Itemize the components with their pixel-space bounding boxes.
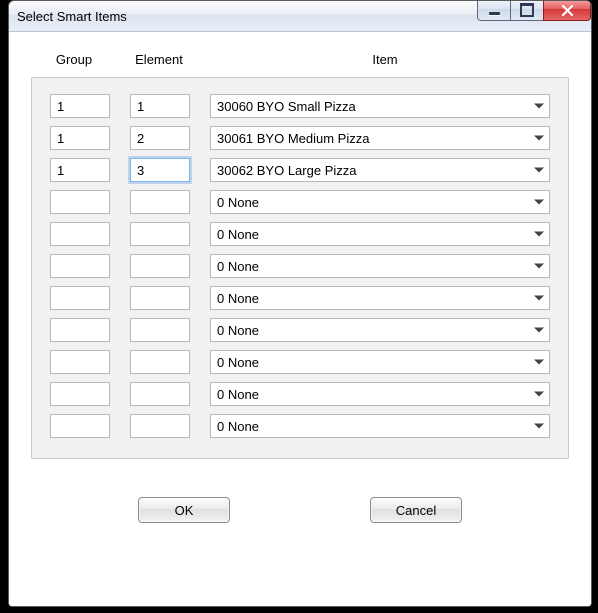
item-combobox[interactable]: 0 None [210,286,550,310]
item-combobox[interactable]: 0 None [210,318,550,342]
element-input[interactable] [130,126,190,150]
item-combobox[interactable]: 0 None [210,382,550,406]
table-row: 0 None [50,318,550,342]
window-title: Select Smart Items [17,9,127,24]
chevron-down-icon [534,360,544,365]
chevron-down-icon [534,264,544,269]
table-row: 0 None [50,414,550,438]
chevron-down-icon [534,232,544,237]
element-input[interactable] [130,286,190,310]
table-row: 30061 BYO Medium Pizza [50,126,550,150]
group-input[interactable] [50,414,110,438]
minimize-button[interactable] [477,0,511,21]
item-combobox-value: 30060 BYO Small Pizza [217,99,356,114]
group-input[interactable] [50,222,110,246]
group-input[interactable] [50,286,110,310]
ok-button[interactable]: OK [138,497,230,523]
item-combobox[interactable]: 0 None [210,254,550,278]
header-group: Group [33,52,115,67]
group-input[interactable] [50,126,110,150]
element-input[interactable] [130,382,190,406]
element-input[interactable] [130,222,190,246]
chevron-down-icon [534,200,544,205]
item-combobox-value: 30061 BYO Medium Pizza [217,131,369,146]
item-combobox-value: 0 None [217,259,259,274]
dialog-window: Select Smart Items Group Element Item [8,0,592,607]
client-area: Group Element Item 30060 BYO Small Pizza… [9,32,591,607]
chevron-down-icon [534,328,544,333]
item-combobox-value: 0 None [217,291,259,306]
header-item: Item [203,52,567,67]
grid-frame: 30060 BYO Small Pizza 30061 BYO Medium Pi… [31,77,569,459]
item-combobox-value: 0 None [217,323,259,338]
item-combobox-value: 30062 BYO Large Pizza [217,163,356,178]
item-combobox[interactable]: 30060 BYO Small Pizza [210,94,550,118]
table-row: 0 None [50,286,550,310]
chevron-down-icon [534,168,544,173]
item-combobox[interactable]: 30062 BYO Large Pizza [210,158,550,182]
item-combobox-value: 0 None [217,195,259,210]
dialog-buttons: OK Cancel [31,497,569,523]
item-combobox[interactable]: 0 None [210,190,550,214]
close-button[interactable] [543,0,591,21]
table-row: 0 None [50,254,550,278]
element-input[interactable] [130,190,190,214]
chevron-down-icon [534,104,544,109]
item-combobox[interactable]: 30061 BYO Medium Pizza [210,126,550,150]
group-input[interactable] [50,190,110,214]
item-combobox-value: 0 None [217,355,259,370]
group-input[interactable] [50,318,110,342]
table-row: 0 None [50,382,550,406]
item-combobox[interactable]: 0 None [210,414,550,438]
close-icon [561,5,574,16]
group-input[interactable] [50,350,110,374]
item-combobox-value: 0 None [217,387,259,402]
item-combobox[interactable]: 0 None [210,350,550,374]
item-combobox-value: 0 None [217,419,259,434]
group-input[interactable] [50,254,110,278]
element-input[interactable] [130,94,190,118]
chevron-down-icon [534,136,544,141]
item-combobox-value: 0 None [217,227,259,242]
header-element: Element [115,52,203,67]
group-input[interactable] [50,158,110,182]
maximize-button[interactable] [510,0,544,21]
element-input[interactable] [130,414,190,438]
table-row: 0 None [50,350,550,374]
element-input[interactable] [130,318,190,342]
cancel-button[interactable]: Cancel [370,497,462,523]
titlebar: Select Smart Items [9,1,591,32]
table-row: 0 None [50,222,550,246]
element-input[interactable] [130,350,190,374]
chevron-down-icon [534,392,544,397]
group-input[interactable] [50,382,110,406]
table-row: 30060 BYO Small Pizza [50,94,550,118]
table-row: 0 None [50,190,550,214]
chevron-down-icon [534,424,544,429]
item-combobox[interactable]: 0 None [210,222,550,246]
minimize-icon [489,12,500,15]
maximize-icon [520,3,534,17]
group-input[interactable] [50,94,110,118]
column-headers: Group Element Item [31,52,569,67]
window-controls [478,0,591,21]
table-row: 30062 BYO Large Pizza [50,158,550,182]
element-input[interactable] [130,254,190,278]
chevron-down-icon [534,296,544,301]
element-input[interactable] [130,158,190,182]
